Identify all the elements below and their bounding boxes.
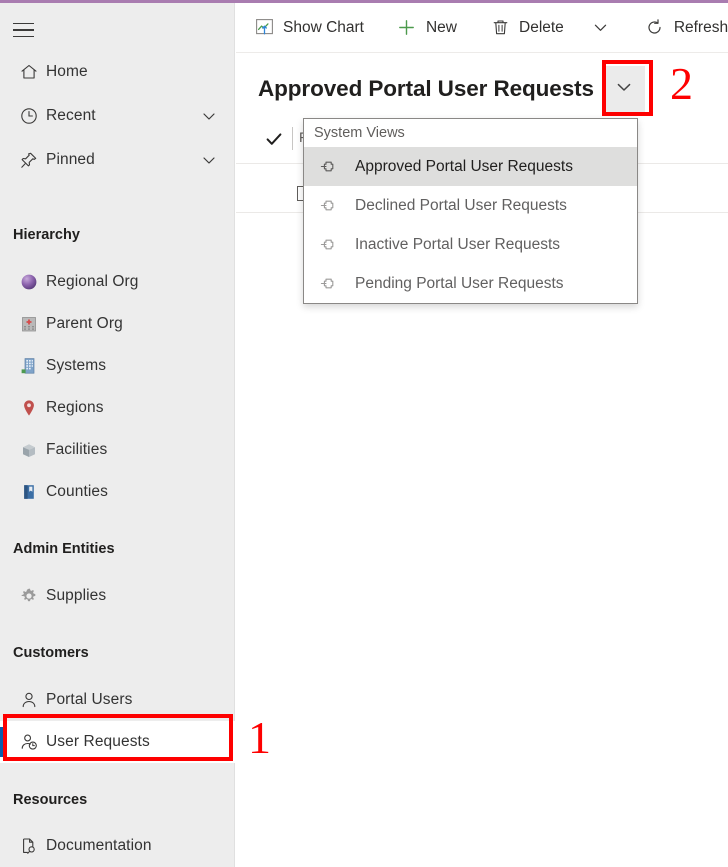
overflow-menu-button[interactable]: [581, 8, 621, 48]
pin-icon: [12, 150, 46, 170]
map-pin-icon: [12, 398, 46, 418]
sidebar-item-supplies[interactable]: Supplies: [0, 575, 235, 617]
sidebar-item-label: Pinned: [46, 151, 95, 168]
sidebar-item-recent[interactable]: Recent: [0, 95, 235, 137]
gear-icon: [12, 586, 46, 606]
sidebar-item-counties[interactable]: Counties: [0, 471, 235, 513]
sidebar-item-user-requests[interactable]: User Requests: [0, 721, 235, 763]
sidebar: Home Recent Pinned Hierarchy Regional Or…: [0, 3, 235, 867]
pin-icon: [316, 197, 340, 214]
home-icon: [12, 62, 46, 82]
dropdown-item-label: Approved Portal User Requests: [355, 157, 573, 175]
hospital-icon: [12, 314, 46, 334]
sidebar-item-documentation[interactable]: Documentation: [0, 825, 235, 867]
sidebar-item-regions[interactable]: Regions: [0, 387, 235, 429]
sidebar-item-facilities[interactable]: Facilities: [0, 429, 235, 471]
new-button[interactable]: New: [387, 8, 466, 48]
sidebar-item-systems[interactable]: Systems: [0, 345, 235, 387]
refresh-button[interactable]: Refresh: [635, 8, 728, 48]
annotation-number-2: 2: [670, 58, 693, 109]
page-title: Approved Portal User Requests: [258, 76, 594, 101]
checkmark-icon: [265, 130, 283, 148]
hamburger-menu-icon[interactable]: [13, 16, 41, 44]
refresh-label: Refresh: [673, 18, 728, 36]
chevron-down-icon: [590, 17, 612, 39]
show-chart-label: Show Chart: [283, 18, 364, 36]
sidebar-item-parent-org[interactable]: Parent Org: [0, 303, 235, 345]
command-bar: Show Chart New Delete Refresh: [236, 3, 728, 53]
office-building-icon: [12, 356, 46, 376]
sidebar-group-title: Hierarchy: [13, 227, 80, 243]
dropdown-item-declined[interactable]: Declined Portal User Requests: [304, 186, 637, 225]
pin-icon: [316, 158, 340, 175]
plus-icon: [396, 17, 418, 39]
dropdown-item-pending[interactable]: Pending Portal User Requests: [304, 264, 637, 303]
chart-icon: [253, 17, 275, 39]
pin-icon: [316, 275, 340, 292]
sidebar-group-title: Resources: [13, 792, 88, 808]
purple-sphere-icon: [12, 272, 46, 292]
show-chart-button[interactable]: Show Chart: [244, 8, 373, 48]
sidebar-item-label: Documentation: [46, 837, 152, 854]
sidebar-item-regional-org[interactable]: Regional Org: [0, 261, 235, 303]
clock-icon: [12, 106, 46, 126]
dropdown-item-label: Pending Portal User Requests: [355, 274, 564, 292]
sidebar-group-title: Customers: [13, 645, 89, 661]
blue-book-icon: [12, 482, 46, 502]
annotation-number-1: 1: [248, 712, 271, 763]
dropdown-item-inactive[interactable]: Inactive Portal User Requests: [304, 225, 637, 264]
facility-cube-icon: [12, 440, 46, 460]
filter-separator: [292, 127, 293, 150]
sidebar-item-label: Regional Org: [46, 273, 139, 290]
refresh-icon: [644, 17, 666, 39]
sidebar-item-label: Facilities: [46, 441, 108, 458]
sidebar-item-label: Systems: [46, 357, 107, 374]
sidebar-item-label: Regions: [46, 399, 104, 416]
person-icon: [12, 690, 46, 710]
sidebar-item-label: Parent Org: [46, 315, 123, 332]
document-search-icon: [12, 836, 46, 856]
sidebar-item-portal-users[interactable]: Portal Users: [0, 679, 235, 721]
dropdown-item-approved[interactable]: Approved Portal User Requests: [304, 147, 637, 186]
view-selector-chevron[interactable]: [602, 66, 645, 112]
new-label: New: [425, 18, 457, 36]
delete-button[interactable]: Delete: [480, 8, 573, 48]
sidebar-item-label: Counties: [46, 483, 108, 500]
sidebar-item-label: Supplies: [46, 587, 107, 604]
sidebar-group-title: Admin Entities: [13, 541, 115, 557]
trash-icon: [489, 17, 511, 39]
dropdown-item-label: Inactive Portal User Requests: [355, 235, 561, 253]
dropdown-header: System Views: [314, 125, 405, 141]
view-selector[interactable]: Approved Portal User Requests: [258, 66, 645, 112]
pin-icon: [316, 236, 340, 253]
chevron-down-icon: [614, 77, 634, 102]
system-views-dropdown: System Views Approved Portal User Reques…: [303, 118, 638, 304]
chevron-down-icon[interactable]: [201, 152, 217, 168]
delete-label: Delete: [519, 18, 564, 36]
dropdown-item-label: Declined Portal User Requests: [355, 196, 567, 214]
sidebar-item-label: Recent: [46, 107, 96, 124]
sidebar-item-pinned[interactable]: Pinned: [0, 139, 235, 181]
chevron-down-icon[interactable]: [201, 108, 217, 124]
person-clock-icon: [12, 732, 46, 752]
sidebar-item-label: User Requests: [46, 733, 150, 750]
sidebar-item-label: Home: [46, 63, 88, 80]
sidebar-item-label: Portal Users: [46, 691, 133, 708]
sidebar-item-home[interactable]: Home: [0, 51, 235, 93]
